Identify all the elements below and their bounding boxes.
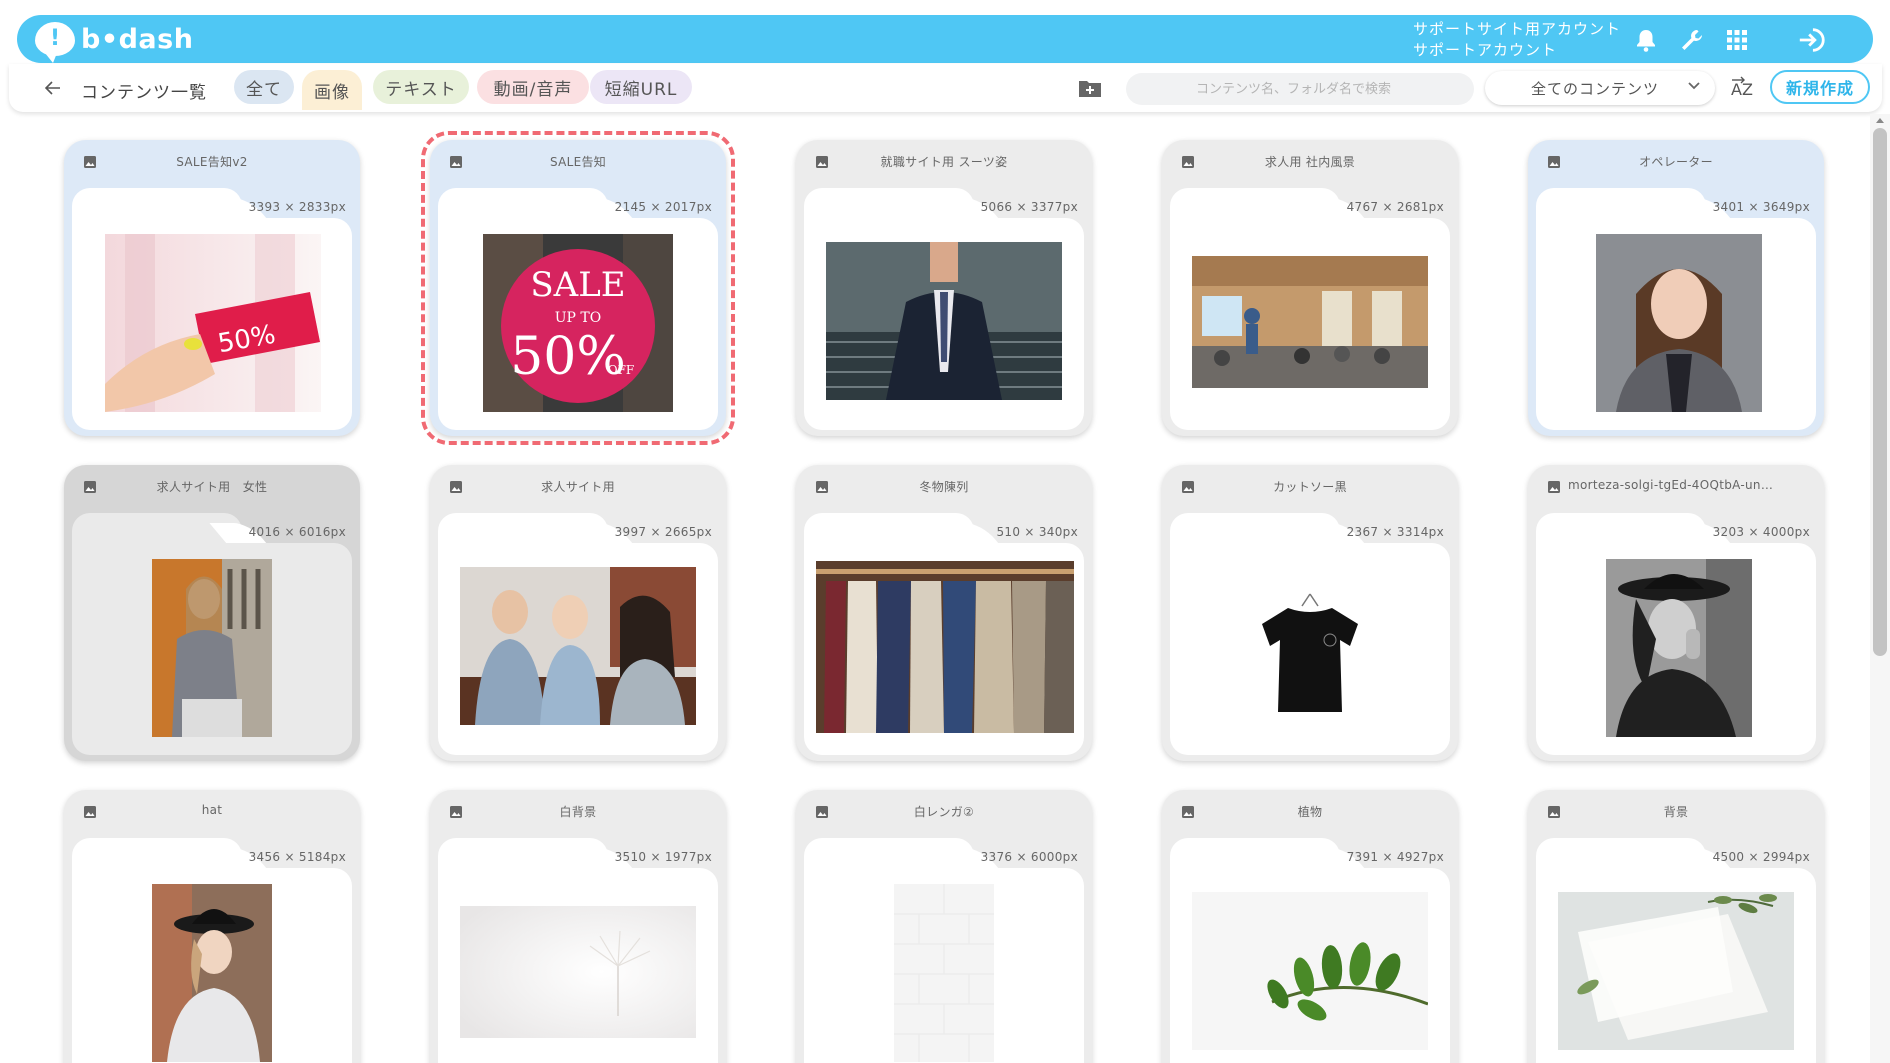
card-title: hat (201, 803, 223, 817)
image-type-icon (816, 156, 828, 168)
content-card[interactable]: 白レンガ② 3376 × 6000px (796, 790, 1092, 1063)
content-card[interactable]: カットソー黒 2367 × 3314px (1162, 465, 1458, 761)
card-title: 白レンガ② (913, 805, 975, 819)
card-dimensions: 7391 × 4927px (1346, 850, 1444, 864)
card-thumbnail (1558, 892, 1794, 1050)
card-thumbnail (1192, 892, 1428, 1050)
image-type-icon (450, 481, 462, 493)
content-card[interactable]: 就職サイト用 スーツ姿 5066 × 3377px (796, 140, 1092, 436)
card-title: 求人用 社内風景 (1264, 155, 1356, 169)
card-title: 冬物陳列 (919, 480, 969, 494)
card-dimensions: 3376 × 6000px (980, 850, 1078, 864)
card-dimensions: 2145 × 2017px (614, 200, 712, 214)
card-dimensions: 4767 × 2681px (1346, 200, 1444, 214)
image-type-icon (84, 481, 96, 493)
content-card[interactable]: 植物 7391 × 4927px (1162, 790, 1458, 1063)
content-card[interactable]: 求人用 社内風景 4767 × 2681px (1162, 140, 1458, 436)
image-type-icon (1548, 481, 1560, 493)
card-dimensions: 3456 × 5184px (248, 850, 346, 864)
image-type-icon (450, 156, 462, 168)
image-type-icon (84, 806, 96, 818)
card-dimensions: 3393 × 2833px (248, 200, 346, 214)
image-type-icon (816, 806, 828, 818)
card-thumbnail (894, 884, 994, 1062)
content-card[interactable]: hat 3456 × 5184px (64, 790, 360, 1063)
card-dimensions: 3510 × 1977px (614, 850, 712, 864)
card-dimensions: 3203 × 4000px (1712, 525, 1810, 539)
image-type-icon (1182, 806, 1194, 818)
card-title: 白背景 (559, 805, 597, 819)
content-card[interactable]: 白背景 3510 × 1977px (430, 790, 726, 1063)
card-dimensions: 510 × 340px (996, 525, 1078, 539)
content-card[interactable]: SALE告知v2 3393 × 2833px 50% (64, 140, 360, 436)
content-grid: SALE告知v2 3393 × 2833px 50% SALE告知 2145 ×… (0, 0, 1860, 1063)
card-title: SALE告知 (549, 155, 607, 169)
svg-text:UP TO: UP TO (555, 310, 601, 326)
card-thumbnail (152, 884, 272, 1062)
card-title: 就職サイト用 スーツ姿 (880, 155, 1008, 169)
image-type-icon (1182, 156, 1194, 168)
card-thumbnail (1192, 256, 1428, 388)
card-thumbnail (826, 242, 1062, 400)
card-title: 植物 (1297, 805, 1323, 819)
image-type-icon (816, 481, 828, 493)
card-title: カットソー黒 (1273, 480, 1347, 494)
content-card[interactable]: 求人サイト用 3997 × 2665px (430, 465, 726, 761)
content-card[interactable]: morteza-solgi-tgEd-4OQtbA-un… 3203 × 400… (1528, 465, 1824, 761)
content-card[interactable]: オペレーター 3401 × 3649px (1528, 140, 1824, 436)
card-dimensions: 2367 × 3314px (1346, 525, 1444, 539)
svg-text:SALE: SALE (530, 265, 625, 305)
card-title: オペレーター (1639, 155, 1713, 169)
svg-text:50%: 50% (510, 327, 626, 387)
image-type-icon (84, 156, 96, 168)
card-title: 求人サイト用 (541, 480, 615, 494)
card-thumbnail (460, 906, 696, 1038)
image-type-icon (450, 806, 462, 818)
card-thumbnail: SALE UP TO 50% OFF (483, 234, 673, 412)
scroll-up-arrow-icon[interactable] (1875, 116, 1885, 124)
card-thumbnail (1606, 559, 1752, 737)
card-thumbnail (152, 559, 272, 737)
content-card[interactable]: 求人サイト用 女性 4016 × 6016px (64, 465, 360, 761)
content-card-selected[interactable]: SALE告知 2145 × 2017px SALE UP TO 50% OFF (421, 131, 735, 445)
card-thumbnail (816, 561, 1074, 733)
scrollbar-thumb[interactable] (1873, 128, 1887, 656)
content-card[interactable]: 背景 4500 × 2994px (1528, 790, 1824, 1063)
card-title: 求人サイト用 女性 (156, 480, 268, 494)
image-type-icon (1548, 156, 1560, 168)
card-thumbnail (1250, 590, 1370, 720)
card-dimensions: 4500 × 2994px (1712, 850, 1810, 864)
card-title: morteza-solgi-tgEd-4OQtbA-un… (1568, 478, 1774, 492)
card-dimensions: 3997 × 2665px (614, 525, 712, 539)
card-dimensions: 4016 × 6016px (248, 525, 346, 539)
content-card[interactable]: 冬物陳列 510 × 340px (796, 465, 1092, 761)
card-dimensions: 3401 × 3649px (1712, 200, 1810, 214)
card-dimensions: 5066 × 3377px (980, 200, 1078, 214)
card-title: SALE告知v2 (176, 155, 248, 169)
image-type-icon (1548, 806, 1560, 818)
card-title: 背景 (1663, 805, 1689, 819)
card-thumbnail (460, 567, 696, 725)
image-type-icon (1182, 481, 1194, 493)
card-thumbnail (1596, 234, 1762, 412)
svg-text:OFF: OFF (608, 363, 635, 377)
card-thumbnail: 50% (105, 234, 321, 412)
